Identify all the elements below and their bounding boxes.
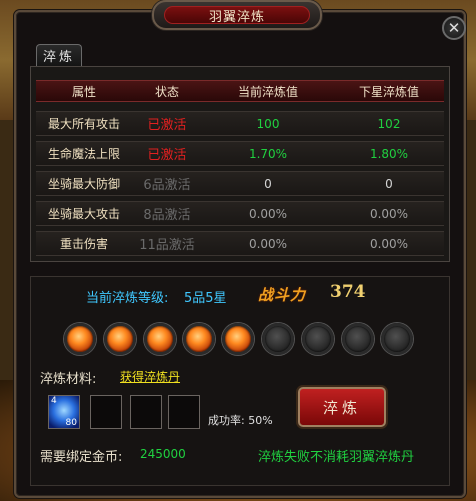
close-button[interactable]: ✕ — [442, 16, 466, 40]
star-orb-icon — [381, 323, 413, 355]
row-next: 0.00% — [369, 206, 409, 221]
star-orb-icon — [144, 323, 176, 355]
refine-level-label: 当前淬炼等级: — [86, 291, 169, 306]
star-orb-icon — [262, 323, 294, 355]
material-label: 淬炼材料: — [40, 372, 97, 387]
slot-count-bottom: 80 — [65, 418, 77, 428]
refine-button[interactable]: 淬炼 — [298, 387, 386, 427]
row-next: 0.00% — [369, 236, 409, 251]
slot-count-top: 4 — [51, 396, 57, 406]
row-status: 8品激活 — [143, 208, 191, 223]
refine-level-value: 5品5星 — [184, 291, 227, 306]
row-attr: 坐骑最大防御 — [47, 177, 120, 191]
table-row: 生命魔法上限 已激活 1.70% 1.80% — [36, 141, 444, 166]
row-attr: 最大所有攻击 — [47, 117, 120, 131]
header-next: 下星淬炼值 — [358, 84, 419, 99]
star-orb-icon — [302, 323, 334, 355]
row-status: 11品激活 — [139, 238, 195, 253]
star-orb-icon — [342, 323, 374, 355]
row-current: 0 — [264, 176, 272, 191]
row-attr: 生命魔法上限 — [47, 147, 120, 161]
row-next: 102 — [377, 116, 401, 131]
row-current: 0.00% — [248, 206, 288, 221]
row-next: 0 — [385, 176, 393, 191]
row-status: 已激活 — [147, 148, 187, 163]
tab-refine[interactable]: 淬炼 — [36, 44, 82, 66]
row-status: 已激活 — [147, 118, 187, 133]
header-current: 当前淬炼值 — [237, 84, 298, 99]
table-row: 重击伤害 11品激活 0.00% 0.00% — [36, 231, 444, 256]
table-row: 坐骑最大防御 6品激活 0 0 — [36, 171, 444, 196]
header-attr: 属性 — [71, 84, 96, 99]
get-material-link[interactable]: 获得淬炼丹 — [120, 368, 180, 385]
material-slot[interactable] — [130, 395, 162, 429]
success-rate: 成功率: 50% — [208, 412, 273, 428]
star-orb-icon — [222, 323, 254, 355]
row-current: 100 — [256, 116, 280, 131]
combat-power-value: 374 — [330, 282, 366, 302]
gold-cost-value: 245000 — [140, 447, 186, 461]
material-slot[interactable]: 4 80 — [48, 395, 80, 429]
window-title: 羽翼淬炼 — [164, 6, 310, 25]
material-slot[interactable] — [168, 395, 200, 429]
table-row: 最大所有攻击 已激活 100 102 — [36, 111, 444, 136]
combat-power-label: 战斗力 — [258, 286, 307, 304]
star-orb-icon — [104, 323, 136, 355]
row-current: 1.70% — [248, 146, 288, 161]
star-orb-icon — [183, 323, 215, 355]
row-current: 0.00% — [248, 236, 288, 251]
failure-note: 淬炼失败不消耗羽翼淬炼丹 — [258, 450, 415, 465]
row-attr: 重击伤害 — [59, 237, 108, 251]
table-row: 坐骑最大攻击 8品激活 0.00% 0.00% — [36, 201, 444, 226]
gold-cost-label: 需要绑定金币: — [40, 450, 123, 465]
success-rate-value: 50% — [248, 414, 273, 427]
row-next: 1.80% — [369, 146, 409, 161]
success-rate-label: 成功率: — [208, 414, 245, 427]
row-attr: 坐骑最大攻击 — [47, 207, 120, 221]
star-orb-icon — [64, 323, 96, 355]
material-slot[interactable] — [90, 395, 122, 429]
close-icon: ✕ — [447, 19, 461, 37]
header-status: 状态 — [154, 84, 179, 99]
title-plate: 羽翼淬炼 — [152, 0, 322, 30]
table-header: 属性 状态 当前淬炼值 下星淬炼值 — [36, 80, 444, 102]
row-status: 6品激活 — [143, 178, 191, 193]
